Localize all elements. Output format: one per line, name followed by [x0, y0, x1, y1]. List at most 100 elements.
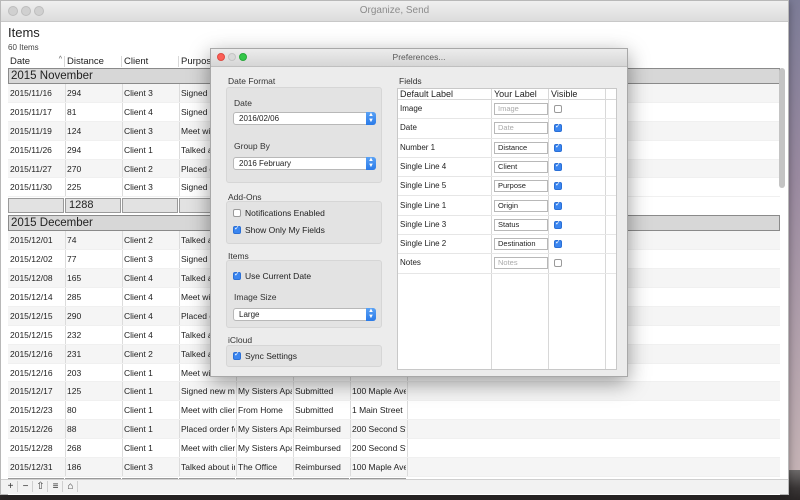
field-visible-checkbox[interactable]	[554, 238, 562, 249]
group-by-select[interactable]: 2016 February ▲ ▼	[233, 157, 376, 170]
date-select-value: 2016/02/06	[239, 114, 280, 123]
table-cell: 2015/12/16	[10, 348, 53, 359]
column-header[interactable]: Client	[122, 56, 179, 67]
table-cell: Reimbursed	[295, 462, 341, 473]
table-row[interactable]: 2015/12/17 125 Client 1 Signed new m My Sist…	[8, 382, 780, 402]
field-visible-checkbox[interactable]	[554, 105, 562, 113]
field-label-input[interactable]: Destination	[494, 238, 548, 251]
header-visible: Visible	[551, 89, 578, 99]
remove-button[interactable]: −	[19, 481, 33, 492]
table-cell: Client 1	[124, 386, 153, 397]
table-cell: My Sisters Apa	[238, 424, 292, 435]
table-cell: Submitted	[295, 386, 334, 397]
sync-settings-label: Sync Settings	[245, 351, 297, 361]
table-cell: From Home	[238, 405, 283, 416]
field-row[interactable]: Notes Notes	[398, 254, 616, 274]
field-row[interactable]: Single Line 1 Origin	[398, 197, 616, 216]
field-label-input[interactable]: Image	[494, 103, 548, 115]
date-format-label: Date Format	[228, 76, 276, 86]
preferences-titlebar: Preferences...	[211, 49, 627, 67]
table-cell: 165	[67, 273, 82, 284]
column-header[interactable]: Distance	[65, 56, 122, 67]
table-cell: 2015/12/17	[10, 386, 53, 397]
table-cell: 2015/11/19	[10, 125, 52, 136]
field-row[interactable]: Single Line 3 Status	[398, 216, 616, 236]
field-row[interactable]: Single Line 4 Client	[398, 158, 616, 178]
checkbox-off-icon	[233, 209, 241, 217]
table-row[interactable]: 2015/12/26 88 Client 1 Placed order fo My Si…	[8, 420, 780, 440]
field-visible-checkbox[interactable]	[554, 200, 562, 210]
sync-settings-checkbox[interactable]: Sync Settings	[233, 350, 297, 361]
field-visible-checkbox[interactable]	[554, 180, 562, 191]
table-cell: 1 Main Street	[352, 405, 403, 416]
select-stepper-icon: ▲ ▼	[366, 157, 376, 170]
field-label-input[interactable]: Purpose	[494, 180, 548, 193]
home-button[interactable]: ⌂	[64, 481, 78, 492]
table-cell: 200 Second St	[352, 424, 406, 435]
table-cell: Submitted	[295, 405, 334, 416]
show-only-fields-checkbox[interactable]: Show Only My Fields	[233, 224, 325, 235]
field-default-label: Single Line 1	[400, 200, 447, 210]
notifications-label: Notifications Enabled	[245, 208, 325, 218]
field-label-input[interactable]: Origin	[494, 199, 548, 212]
share-button[interactable]: ⇧	[34, 481, 48, 492]
header-your-label: Your Label	[494, 89, 537, 99]
table-cell: 2015/11/16	[10, 88, 52, 98]
table-cell: Client 4	[124, 273, 153, 284]
field-label-input[interactable]: Notes	[494, 257, 548, 270]
table-cell: 125	[67, 386, 82, 397]
fields-table[interactable]: Default Label Your Label Visible Image Im…	[397, 88, 617, 370]
list-button[interactable]: ≡	[49, 481, 63, 492]
image-size-select[interactable]: Large ▲ ▼	[233, 308, 376, 321]
vertical-scrollbar[interactable]	[779, 68, 785, 188]
table-cell: Client 1	[124, 405, 153, 416]
table-cell: 225	[67, 182, 82, 193]
field-row[interactable]: Single Line 2 Destination	[398, 235, 616, 255]
table-cell: Signed new m	[181, 386, 235, 397]
field-visible-checkbox[interactable]	[554, 142, 562, 152]
table-cell: 270	[67, 163, 82, 174]
table-cell: 2015/12/15	[10, 310, 53, 321]
field-label-input[interactable]: Status	[494, 218, 548, 231]
field-label-input[interactable]: Date	[494, 122, 548, 135]
header-default-label: Default Label	[400, 89, 454, 99]
field-visible-checkbox[interactable]	[554, 259, 562, 268]
distance-total: 1288	[65, 198, 121, 214]
table-row[interactable]: 2015/12/23 80 Client 1 Meet with clien From …	[8, 401, 780, 421]
notifications-checkbox[interactable]: Notifications Enabled	[233, 208, 325, 218]
field-visible-checkbox[interactable]	[554, 161, 562, 171]
table-row[interactable]: 2015/12/31 186 Client 3 Talked about in The …	[8, 458, 780, 477]
fields-label: Fields	[399, 76, 422, 86]
group-by-select-value: 2016 February	[239, 159, 292, 168]
field-visible-checkbox[interactable]	[554, 122, 562, 133]
table-cell: Client 3	[124, 254, 153, 265]
icloud-label: iCloud	[228, 335, 253, 345]
sort-ascending-icon: ^	[58, 56, 62, 63]
table-cell: 268	[67, 443, 82, 454]
items-count: 60 Items	[8, 43, 39, 52]
window-title: Organize, Send	[359, 5, 430, 16]
table-cell: 231	[67, 348, 82, 359]
column-header[interactable]: Date ^	[8, 56, 65, 67]
field-row[interactable]: Image Image	[398, 100, 616, 120]
field-visible-checkbox[interactable]	[554, 219, 562, 229]
use-current-date-checkbox[interactable]: Use Current Date	[233, 270, 311, 281]
field-default-label: Image	[400, 104, 423, 113]
field-row[interactable]: Date Date	[398, 119, 616, 139]
field-label-input[interactable]: Client	[494, 160, 548, 173]
field-label-input[interactable]: Distance	[494, 141, 548, 154]
table-cell: Client 2	[124, 348, 153, 359]
table-cell: Client 3	[124, 88, 153, 98]
field-row[interactable]: Number 1 Distance	[398, 139, 616, 158]
total-cell	[122, 198, 178, 214]
table-cell: 100 Maple Ave	[352, 386, 406, 397]
show-only-label: Show Only My Fields	[245, 225, 325, 235]
table-cell: 232	[67, 329, 82, 340]
field-row[interactable]: Single Line 5 Purpose	[398, 177, 616, 197]
date-select[interactable]: 2016/02/06 ▲ ▼	[233, 112, 376, 125]
table-cell: Client 4	[124, 106, 153, 117]
add-button[interactable]: +	[4, 481, 18, 492]
table-row[interactable]: 2015/12/28 268 Client 1 Meet with clien My S…	[8, 439, 780, 459]
table-cell: Client 2	[124, 235, 153, 246]
table-cell: 203	[67, 367, 82, 378]
